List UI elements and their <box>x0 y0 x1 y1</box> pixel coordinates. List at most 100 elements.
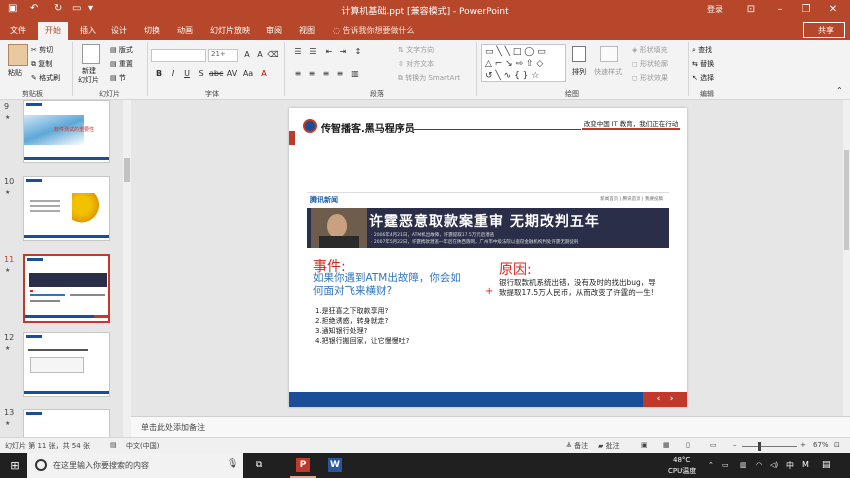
tab-home[interactable]: 开始 <box>38 22 68 40</box>
numbering-icon[interactable]: ☰ <box>307 47 319 56</box>
language-indicator[interactable]: M <box>802 460 809 469</box>
collapse-ribbon-icon[interactable]: ⌃ <box>836 86 843 95</box>
volume-icon[interactable]: ◁) <box>770 461 778 469</box>
microphone-icon[interactable]: 🎙 <box>227 459 238 469</box>
tab-review[interactable]: 审阅 <box>266 25 282 36</box>
slide-sorter-icon[interactable]: ▦ <box>663 441 670 449</box>
bold-icon[interactable]: B <box>153 69 165 78</box>
layout-button[interactable]: ▤ 版式 <box>110 45 133 55</box>
smartart-button[interactable]: ⧉ 转换为 SmartArt <box>398 73 460 83</box>
slide-thumbnail-13[interactable] <box>23 409 110 437</box>
thumbnails-scrollbar[interactable] <box>123 100 131 437</box>
shadow-icon[interactable]: S <box>195 69 207 78</box>
align-right-icon[interactable]: ≡ <box>320 69 332 78</box>
notes-toggle[interactable]: ≜ 备注 <box>566 441 588 451</box>
shape-outline-button[interactable]: ◻ 形状轮廓 <box>632 59 668 69</box>
clear-format-icon[interactable]: ⌫ <box>267 50 279 59</box>
word-taskbar-icon[interactable]: W <box>322 453 348 478</box>
tell-me-search[interactable]: ◌ 告诉我你想要做什么 <box>333 25 415 36</box>
tab-design[interactable]: 设计 <box>111 25 127 36</box>
taskbar-search-box[interactable]: 在这里输入你要搜索的内容 🎙 <box>27 453 243 478</box>
zoom-slider[interactable] <box>742 446 797 447</box>
strikethrough-icon[interactable]: abc <box>209 69 223 78</box>
shapes-gallery[interactable]: ▭ ╲ ╲ □ ◯ ▭ △ ⌐ ↘ ⇨ ⇧ ◇ ↺ ╲ ∿ { } ☆ <box>481 44 566 82</box>
text-direction-button[interactable]: ⇅ 文字方向 <box>398 45 434 55</box>
zoom-out-button[interactable]: – <box>733 441 737 449</box>
login-link[interactable]: 登录 <box>707 4 723 15</box>
paste-icon[interactable] <box>8 44 28 66</box>
font-color-icon[interactable]: A <box>258 69 270 78</box>
reading-view-icon[interactable]: ▯ <box>686 441 690 449</box>
decrease-indent-icon[interactable]: ⇤ <box>323 47 335 56</box>
news-banner-image[interactable]: 腾讯新闻 新闻首页 | 腾讯首页 | 我要投稿 许霆恶意取款案重审 无期改判五年… <box>307 192 669 248</box>
normal-view-icon[interactable]: ▣ <box>641 441 648 449</box>
ime-indicator[interactable]: 中 <box>786 460 794 471</box>
columns-icon[interactable]: ▥ <box>349 69 361 78</box>
notes-pane[interactable]: 单击此处添加备注 <box>131 416 850 437</box>
share-button[interactable]: 共享 <box>803 22 845 38</box>
justify-icon[interactable]: ≡ <box>334 69 346 78</box>
wifi-icon[interactable]: ◠ <box>756 461 762 469</box>
increase-indent-icon[interactable]: ⇥ <box>337 47 349 56</box>
new-slide-icon[interactable] <box>82 44 100 64</box>
shrink-font-icon[interactable]: A <box>254 50 266 59</box>
tab-file[interactable]: 文件 <box>10 25 26 36</box>
align-text-button[interactable]: ⇳ 对齐文本 <box>398 59 434 69</box>
tab-view[interactable]: 视图 <box>299 25 315 36</box>
slide-thumbnail-10[interactable] <box>23 176 110 241</box>
slideshow-view-icon[interactable]: ▭ <box>710 441 717 449</box>
tab-slideshow[interactable]: 幻灯片放映 <box>210 25 250 36</box>
close-button[interactable]: ✕ <box>825 2 841 18</box>
align-center-icon[interactable]: ≡ <box>306 69 318 78</box>
prev-arrow-icon[interactable]: ‹ <box>657 394 661 404</box>
network-icon[interactable]: ▭ <box>722 461 729 469</box>
bullets-icon[interactable]: ☰ <box>292 47 304 56</box>
arrange-icon[interactable] <box>572 46 586 62</box>
slide-thumbnail-9[interactable]: 软件测试的重要性 <box>23 100 110 163</box>
grow-font-icon[interactable]: A <box>241 50 253 59</box>
fit-to-window-icon[interactable]: ⊡ <box>834 441 840 449</box>
arrange-button[interactable]: 排列 <box>572 67 586 77</box>
slide-thumbnail-12[interactable] <box>23 332 110 397</box>
underline-icon[interactable]: U <box>181 69 193 78</box>
scrollbar-thumb[interactable] <box>844 150 849 250</box>
quick-styles-button[interactable]: 快速样式 <box>594 67 622 77</box>
comments-toggle[interactable]: ▰ 批注 <box>598 441 620 451</box>
copy-button[interactable]: ⧉ 复制 <box>31 59 52 69</box>
maximize-button[interactable]: ❐ <box>798 2 814 18</box>
quick-styles-icon[interactable] <box>600 46 618 62</box>
editor-scrollbar[interactable] <box>843 100 850 416</box>
spell-check-icon[interactable]: ▤ <box>110 441 117 449</box>
char-spacing-icon[interactable]: AV <box>226 69 238 78</box>
scrollbar-thumb[interactable] <box>124 158 130 182</box>
tab-animations[interactable]: 动画 <box>177 25 193 36</box>
paste-button[interactable]: 粘贴 <box>8 68 22 78</box>
line-spacing-icon[interactable]: ↕ <box>352 47 364 56</box>
task-view-icon[interactable]: ⧉ <box>250 453 268 478</box>
shape-effects-button[interactable]: ◻ 形状效果 <box>632 73 668 83</box>
battery-icon[interactable]: ▥ <box>740 461 747 469</box>
font-name-combobox[interactable] <box>151 49 206 62</box>
find-button[interactable]: ⌕ 查找 <box>692 45 712 55</box>
select-button[interactable]: ↖ 选择 <box>692 73 714 83</box>
tab-insert[interactable]: 插入 <box>80 25 96 36</box>
zoom-in-button[interactable]: + <box>800 441 806 449</box>
slide-thumbnail-11[interactable] <box>23 254 110 323</box>
next-arrow-icon[interactable]: › <box>670 394 674 404</box>
tray-expand-icon[interactable]: ⌃ <box>708 461 714 469</box>
slide-nav-buttons[interactable]: ‹ › <box>643 392 687 407</box>
powerpoint-taskbar-icon[interactable]: P <box>290 453 316 478</box>
reset-button[interactable]: ▤ 重置 <box>110 59 133 69</box>
notifications-icon[interactable]: ▤ <box>822 460 831 470</box>
replace-button[interactable]: ⇆ 替换 <box>692 59 714 69</box>
minimize-button[interactable]: – <box>772 2 788 18</box>
cut-button[interactable]: ✂ 剪切 <box>31 45 53 55</box>
italic-icon[interactable]: I <box>167 69 179 78</box>
windows-start-icon[interactable]: ⊞ <box>6 453 24 478</box>
font-size-combobox[interactable]: 21+ <box>208 49 238 62</box>
shape-fill-button[interactable]: ◈ 形状填充 <box>632 45 668 55</box>
zoom-slider-thumb[interactable] <box>758 442 761 451</box>
format-painter-button[interactable]: ✎ 格式刷 <box>31 73 60 83</box>
tab-transitions[interactable]: 切换 <box>144 25 160 36</box>
section-button[interactable]: ▤ 节 <box>110 73 126 83</box>
